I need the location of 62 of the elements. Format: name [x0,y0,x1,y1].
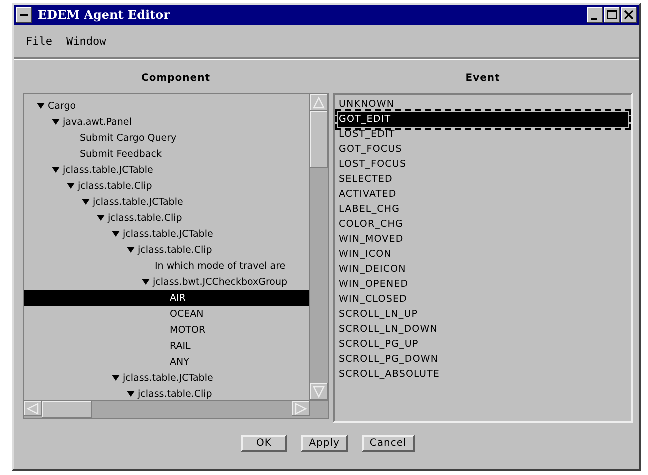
expanded-arrow-icon[interactable] [126,390,136,398]
tree-item[interactable]: jclass.table.Clip [24,386,309,400]
list-item[interactable]: SCROLL_LN_DOWN [338,322,628,337]
dialog-button[interactable]: Cancel [362,435,415,452]
tree-item[interactable]: Submit Cargo Query [24,130,309,146]
list-item[interactable]: SCROLL_ABSOLUTE [338,367,628,382]
tree-item[interactable]: java.awt.Panel [24,114,309,130]
list-item[interactable]: WIN_DEICON [338,262,628,277]
vertical-scrollbar[interactable] [309,94,328,400]
tree-item[interactable]: Cargo [24,98,309,114]
list-item[interactable]: WIN_ICON [338,247,628,262]
list-item[interactable]: UNKNOWN [338,97,628,112]
horizontal-scrollbar[interactable] [24,400,328,418]
list-item[interactable]: ACTIVATED [338,187,628,202]
column-heading: Event [466,73,500,86]
dialog-button[interactable]: OK [241,435,288,452]
expanded-arrow-icon[interactable] [36,102,46,110]
tree-item[interactable]: RAIL [24,338,309,354]
list-item[interactable]: SCROLL_PG_UP [338,337,628,352]
window-title: EDEM Agent Editor [38,8,171,22]
expanded-arrow-icon[interactable] [96,214,106,222]
scrollbar-thumb[interactable] [42,401,92,418]
expanded-arrow-icon[interactable] [51,166,61,174]
list-item[interactable]: WIN_OPENED [338,277,628,292]
tree-item[interactable]: jclass.table.Clip [24,242,309,258]
expanded-arrow-icon[interactable] [66,182,76,190]
menu-item[interactable]: Window [66,34,106,48]
tree-item[interactable]: OCEAN [24,306,309,322]
dialog-button[interactable]: Apply [301,435,348,452]
tree-item[interactable]: jclass.table.JCTable [24,226,309,242]
expanded-arrow-icon[interactable] [111,374,121,382]
list-item[interactable]: WIN_MOVED [338,232,628,247]
scrollbar-thumb[interactable] [310,111,328,168]
list-item[interactable]: LABEL_CHG [338,202,628,217]
expanded-arrow-icon[interactable] [81,198,91,206]
list-item[interactable]: COLOR_CHG [338,217,628,232]
list-item[interactable]: GOT_FOCUS [338,142,628,157]
list-item[interactable]: LOST_FOCUS [338,157,628,172]
tree-item[interactable]: jclass.table.Clip [24,178,309,194]
list-item[interactable]: SCROLL_PG_DOWN [338,352,628,367]
expanded-arrow-icon[interactable] [141,278,151,286]
list-item[interactable]: LOST_EDIT [338,127,628,142]
tree-item[interactable]: jclass.table.Clip [24,210,309,226]
tree-item[interactable]: In which mode of travel are [24,258,309,274]
tree-item[interactable]: jclass.bwt.JCCheckboxGroup [24,274,309,290]
tree-item[interactable]: ANY [24,354,309,370]
tree-item[interactable]: jclass.table.JCTable [24,162,309,178]
expanded-arrow-icon[interactable] [126,246,136,254]
list-item[interactable]: GOT_EDIT [338,112,628,127]
menu-item[interactable]: File [26,34,52,48]
list-item[interactable]: SELECTED [338,172,628,187]
tree-item[interactable]: jclass.table.JCTable [24,370,309,386]
expanded-arrow-icon[interactable] [51,118,61,126]
list-item[interactable]: SCROLL_LN_UP [338,307,628,322]
window-menu-button[interactable] [16,7,32,23]
list-item[interactable]: WIN_CLOSED [338,292,628,307]
expanded-arrow-icon[interactable] [111,230,121,238]
tree-item[interactable]: Submit Feedback [24,146,309,162]
tree-item[interactable]: MOTOR [24,322,309,338]
tree-item[interactable]: AIR [24,290,309,306]
column-heading: Component [142,73,210,86]
tree-item[interactable]: jclass.table.JCTable [24,194,309,210]
